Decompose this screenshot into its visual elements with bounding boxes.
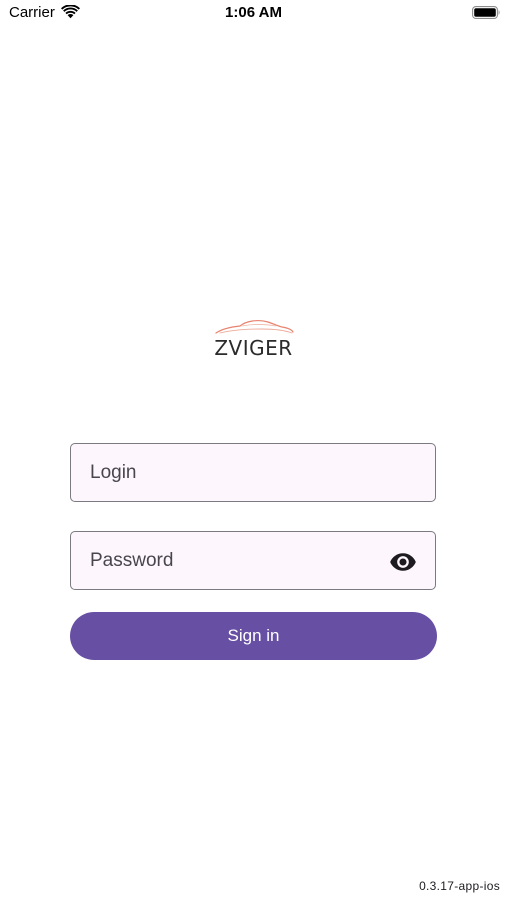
login-screen: Carrier 1:06 AM ZVIGER Sign in 0.3. [0, 0, 507, 900]
password-field[interactable] [70, 531, 436, 590]
password-input[interactable] [71, 532, 435, 589]
battery-icon [472, 6, 500, 19]
login-input[interactable] [71, 444, 435, 501]
status-bar: Carrier 1:06 AM [0, 0, 507, 28]
logo-text: ZVIGER [214, 336, 293, 360]
app-version: 0.3.17-app-ios [419, 879, 500, 893]
app-logo: ZVIGER [0, 318, 507, 360]
status-time: 1:06 AM [225, 4, 282, 21]
login-field[interactable] [70, 443, 436, 502]
sign-in-button[interactable]: Sign in [70, 612, 437, 660]
car-logo-icon [214, 320, 294, 334]
eye-icon[interactable] [389, 548, 417, 576]
